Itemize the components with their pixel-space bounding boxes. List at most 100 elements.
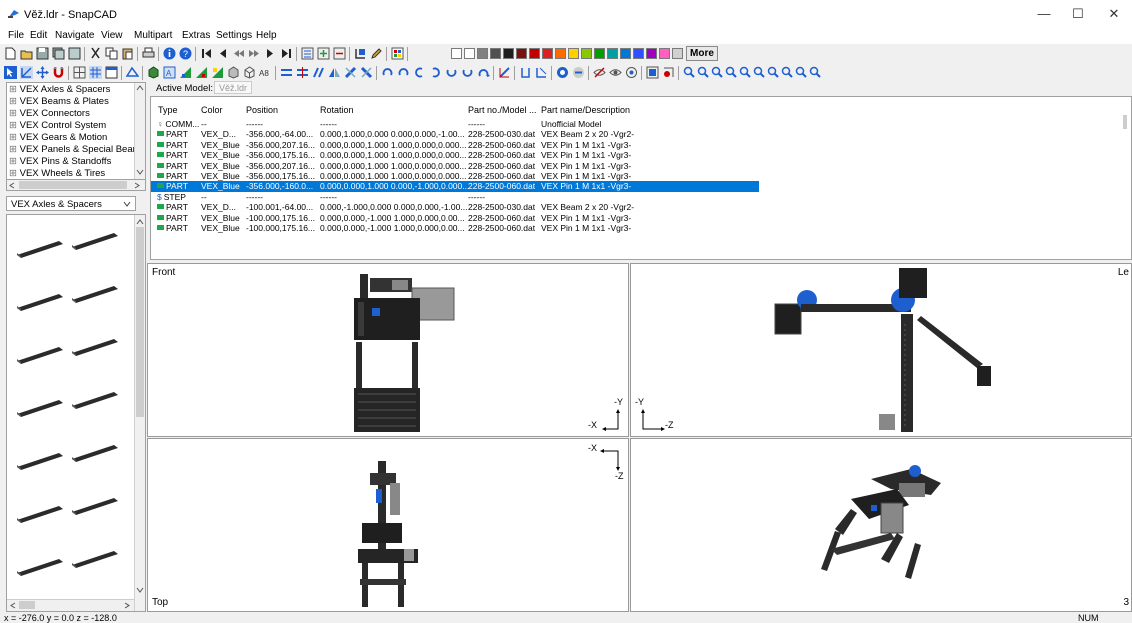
axle-part-thumbnail[interactable] [15,555,65,579]
color-swatch[interactable] [451,48,462,59]
expand-icon[interactable]: ⊞ [9,132,20,143]
chevron-down-icon[interactable] [136,169,144,175]
chevron-right-icon[interactable] [134,182,140,189]
zoom-preset-icon[interactable] [767,66,780,79]
step-list-icon[interactable] [301,47,314,60]
table-row[interactable]: PART VEX_Blue -100.000,175.16... 0.000,0.00… [151,213,761,224]
axle-part-thumbnail[interactable] [70,494,120,518]
rotate-free-icon[interactable] [477,66,490,79]
menu-extras[interactable]: Extras [182,30,210,41]
color-swatch[interactable] [672,48,683,59]
axle-part-thumbnail[interactable] [15,290,65,314]
view-bottom-icon[interactable] [227,66,240,79]
rotate-view-icon[interactable] [20,66,33,79]
axle-part-thumbnail[interactable] [70,282,120,306]
table-row[interactable]: PART VEX_Blue -100.000,175.16... 0.000,0.00… [151,223,761,234]
expand-icon[interactable]: ⊞ [9,168,20,179]
last-step-icon[interactable] [280,47,293,60]
menu-file[interactable]: File [8,30,24,41]
new-file-icon[interactable] [4,47,17,60]
mirror-icon[interactable] [328,66,341,79]
palette-horizontal-scrollbar[interactable] [7,599,134,611]
zoom-preset-icon[interactable] [739,66,752,79]
layout-icon[interactable] [105,66,118,79]
render-icon[interactable] [556,66,569,79]
color-swatch[interactable] [503,48,514,59]
table-row[interactable]: PART VEX_D... -356.000,-64.00... 0.000,1.00… [151,129,761,140]
expand-icon[interactable]: ⊞ [9,84,20,95]
axle-part-thumbnail[interactable] [15,502,65,526]
view-top-icon[interactable] [211,66,224,79]
show-icon[interactable] [609,66,622,79]
zoom-preset-icon[interactable] [781,66,794,79]
column-header-color[interactable]: Color [201,105,223,115]
tree-item[interactable]: ⊞ VEX Pins & Standoffs [9,156,111,167]
column-header-rotation[interactable]: Rotation [320,105,354,115]
tilt-reverse-icon[interactable] [360,66,373,79]
axle-part-thumbnail[interactable] [70,441,120,465]
expand-icon[interactable]: ⊞ [9,96,20,107]
column-header-position[interactable]: Position [246,105,278,115]
category-select[interactable]: VEX Axles & Spacers [6,196,136,211]
first-step-icon[interactable] [200,47,213,60]
table-row[interactable]: PART VEX_Blue -356.000,175.16... 0.000,0.00… [151,171,761,182]
select-mode-icon[interactable] [4,66,17,79]
rotate-z-cw-icon[interactable] [445,66,458,79]
zoom-preset-icon[interactable] [697,66,710,79]
color-swatch[interactable] [477,48,488,59]
scroll-thumb[interactable] [136,227,144,417]
tree-item[interactable]: ⊞ VEX Beams & Plates [9,96,109,107]
view-all-icon[interactable]: A8 [259,66,272,79]
paste-icon[interactable] [121,47,134,60]
axle-part-thumbnail[interactable] [15,343,65,367]
copy-icon[interactable] [105,47,118,60]
palette-vertical-scrollbar[interactable] [134,215,145,611]
next-step-icon[interactable] [264,47,277,60]
zoom-preset-icon[interactable] [725,66,738,79]
tree-item[interactable]: ⊞ VEX Axles & Spacers [9,84,110,95]
magnet-icon[interactable] [52,66,65,79]
axle-part-thumbnail[interactable] [15,449,65,473]
color-swatch[interactable] [555,48,566,59]
instructions-icon[interactable] [535,66,548,79]
expand-icon[interactable]: ⊞ [9,156,20,167]
menu-navigate[interactable]: Navigate [55,30,94,41]
scroll-thumb[interactable] [19,601,35,609]
group-icon[interactable] [354,47,367,60]
tree-item[interactable]: ⊞ VEX Wheels & Tires [9,168,105,179]
scroll-thumb[interactable] [1123,115,1127,129]
zoom-preset-icon[interactable] [711,66,724,79]
cut-icon[interactable] [89,47,102,60]
table-vertical-scrollbar[interactable] [1120,97,1131,259]
measure-icon[interactable] [498,66,511,79]
zoom-preset-icon[interactable] [809,66,822,79]
grid-icon[interactable] [73,66,86,79]
bom-icon[interactable] [519,66,532,79]
save-as-icon[interactable] [68,47,81,60]
menu-edit[interactable]: Edit [30,30,47,41]
hide-icon[interactable] [593,66,606,79]
color-swatch[interactable] [568,48,579,59]
tree-horizontal-scrollbar[interactable] [6,179,146,191]
menu-view[interactable]: View [101,30,123,41]
expand-icon[interactable]: ⊞ [9,144,20,155]
previous-step-icon[interactable] [216,47,229,60]
save-icon[interactable] [36,47,49,60]
view-iso-icon[interactable] [243,66,256,79]
maximize-button[interactable]: ☐ [1070,6,1086,22]
view-back-icon[interactable]: A [163,66,176,79]
tree-item[interactable]: ⊞ VEX Connectors [9,108,90,119]
save-all-icon[interactable] [52,47,65,60]
color-swatch[interactable] [529,48,540,59]
menu-help[interactable]: Help [256,30,277,41]
isolate-icon[interactable] [625,66,638,79]
rotate-x-cw-icon[interactable] [381,66,394,79]
delete-step-icon[interactable] [333,47,346,60]
table-row[interactable]: PART VEX_Blue -356.000,207.16... 0.000,0.00… [151,161,761,172]
edit-pen-icon[interactable] [370,47,383,60]
color-swatch[interactable] [516,48,527,59]
color-swatch[interactable] [620,48,631,59]
minimize-button[interactable]: — [1036,6,1052,22]
menu-multipart[interactable]: Multipart [134,30,172,41]
table-row[interactable]: $ STEP -- ------ ------ ------ [151,192,761,203]
